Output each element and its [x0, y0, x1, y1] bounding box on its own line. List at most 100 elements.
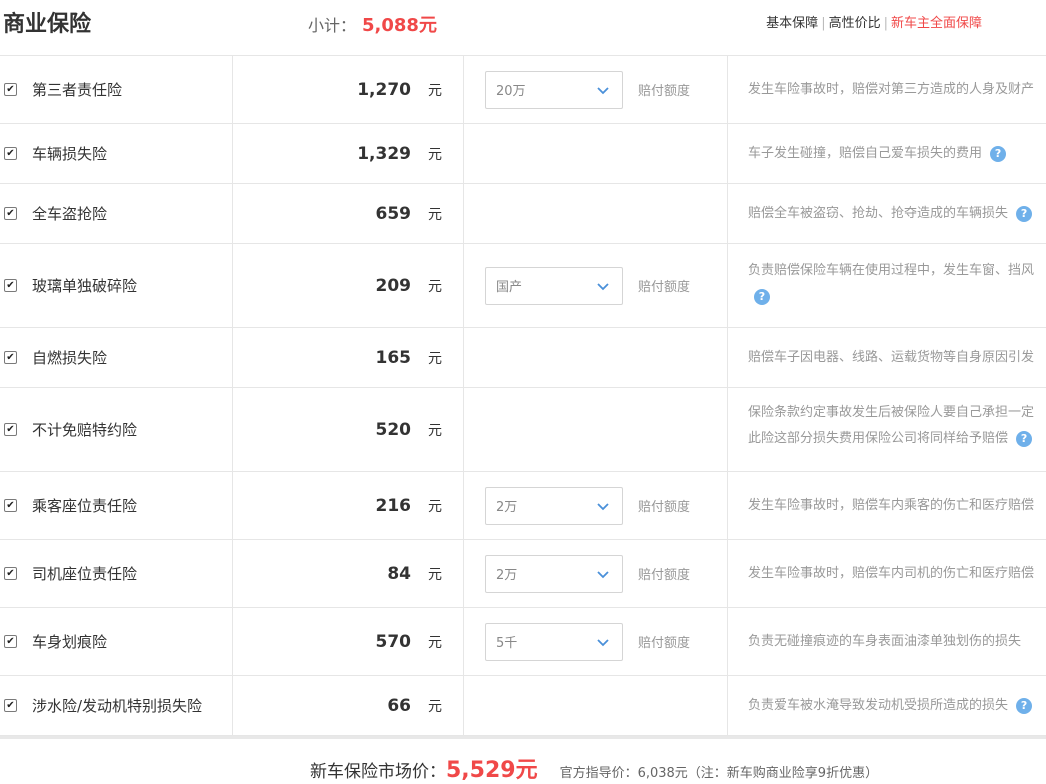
footer-divider	[0, 736, 1046, 739]
coverage-name: 司机座位责任险	[32, 565, 138, 583]
premium-unit: 元	[428, 566, 442, 583]
chevron-down-icon	[597, 638, 609, 646]
coverage-amount-label: 赔付额度	[638, 568, 691, 583]
insurance-row: ✔ 车辆损失险 1,329 元 车子发生碰撞，赔偿自己爱车损失的费用?	[0, 124, 1046, 184]
coverage-checkbox[interactable]: ✔	[4, 423, 17, 436]
coverage-name: 全车盗抢险	[32, 205, 108, 223]
coverage-amount-select[interactable]: 国产	[485, 266, 623, 305]
coverage-checkbox[interactable]: ✔	[4, 147, 17, 160]
premium-value: 520	[375, 419, 412, 440]
help-question-icon[interactable]: ?	[754, 288, 770, 305]
premium-cell: 209 元	[233, 244, 464, 327]
coverage-amount-value: 2万	[496, 500, 518, 515]
option-cell: 2万 赔付额度	[464, 472, 728, 539]
guide-price-note: 官方指导价：6,038元（注：新车购商业险享9折优惠）	[559, 766, 879, 781]
premium-unit: 元	[428, 278, 442, 295]
option-cell	[464, 328, 728, 387]
coverage-amount-value: 20万	[496, 84, 526, 99]
option-cell	[464, 124, 728, 183]
option-cell: 国产 赔付额度	[464, 244, 728, 327]
plan-basic-link[interactable]: 基本保障	[766, 16, 818, 31]
subtotal-label: 小计：	[308, 16, 357, 35]
premium-unit: 元	[428, 146, 442, 163]
coverage-name: 自燃损失险	[32, 349, 108, 367]
option-cell: 20万 赔付额度	[464, 56, 728, 123]
coverage-name: 涉水险/发动机特别损失险	[32, 697, 203, 715]
coverage-amount-label: 赔付额度	[638, 636, 691, 651]
coverage-checkbox[interactable]: ✔	[4, 351, 17, 364]
coverage-name-cell: ✔ 涉水险/发动机特别损失险	[0, 676, 233, 735]
insurance-row: ✔ 乘客座位责任险 216 元 2万 赔付额度 发生车险事故时，赔偿车内乘客的伤亡和医疗赔偿	[0, 472, 1046, 540]
premium-cell: 570 元	[233, 608, 464, 675]
coverage-name-cell: ✔ 不计免赔特约险	[0, 388, 233, 471]
coverage-amount-select[interactable]: 20万	[485, 70, 623, 109]
description-cell: 发生车险事故时，赔偿车内乘客的伤亡和医疗赔偿	[728, 472, 1046, 539]
premium-unit: 元	[428, 422, 442, 439]
premium-unit: 元	[428, 698, 442, 715]
coverage-checkbox[interactable]: ✔	[4, 83, 17, 96]
premium-cell: 520 元	[233, 388, 464, 471]
coverage-name: 第三者责任险	[32, 81, 123, 99]
insurance-row: ✔ 自燃损失险 165 元 赔偿车子因电器、线路、运载货物等自身原因引发	[0, 328, 1046, 388]
description-cell: 赔偿全车被盗窃、抢劫、抢夺造成的车辆损失?	[728, 184, 1046, 243]
premium-unit: 元	[428, 206, 442, 223]
premium-unit: 元	[428, 634, 442, 651]
insurance-row: ✔ 不计免赔特约险 520 元 保险条款约定事故发生后被保险人要自己承担一定 此险这部分损…	[0, 388, 1046, 472]
coverage-name-cell: ✔ 第三者责任险	[0, 56, 233, 123]
coverage-name-cell: ✔ 车辆损失险	[0, 124, 233, 183]
coverage-checkbox[interactable]: ✔	[4, 635, 17, 648]
help-question-icon[interactable]: ?	[1016, 697, 1033, 714]
coverage-checkbox[interactable]: ✔	[4, 499, 17, 512]
premium-unit: 元	[428, 82, 442, 99]
coverage-description: 发生车险事故时，赔偿车内司机的伤亡和医疗赔偿	[748, 566, 1035, 581]
coverage-checkbox[interactable]: ✔	[4, 207, 17, 220]
description-cell: 车子发生碰撞，赔偿自己爱车损失的费用?	[728, 124, 1046, 183]
coverage-name-cell: ✔ 全车盗抢险	[0, 184, 233, 243]
market-price-value: 5,529元	[446, 758, 538, 783]
coverage-name: 乘客座位责任险	[32, 497, 138, 515]
chevron-down-icon	[597, 570, 609, 578]
coverage-checkbox[interactable]: ✔	[4, 699, 17, 712]
description-cell: 负责无碰撞痕迹的车身表面油漆单独划伤的损失	[728, 608, 1046, 675]
coverage-name: 不计免赔特约险	[32, 421, 138, 439]
description-cell: 保险条款约定事故发生后被保险人要自己承担一定 此险这部分损失费用保险公司将同样给予…	[728, 388, 1046, 471]
coverage-description: 负责赔偿保险车辆在使用过程中，发生车窗、挡风	[748, 263, 1035, 278]
help-question-icon[interactable]: ?	[1016, 430, 1033, 447]
plan-links: 基本保障 | 高性价比 | 新车主全面保障	[766, 16, 982, 31]
coverage-description: 保险条款约定事故发生后被保险人要自己承担一定	[748, 405, 1035, 420]
market-price-label: 新车保险市场价：	[310, 762, 446, 782]
coverage-description-line2: 此险这部分损失费用保险公司将同样给予赔偿	[748, 431, 1009, 446]
premium-value: 165	[375, 347, 412, 368]
plan-full-link[interactable]: 新车主全面保障	[891, 16, 982, 31]
coverage-amount-value: 2万	[496, 568, 518, 583]
premium-cell: 216 元	[233, 472, 464, 539]
page-title: 商业保险	[3, 12, 92, 37]
insurance-row: ✔ 车身划痕险 570 元 5千 赔付额度 负责无碰撞痕迹的车身表面油漆单独划伤的损失	[0, 608, 1046, 676]
insurance-row: ✔ 全车盗抢险 659 元 赔偿全车被盗窃、抢劫、抢夺造成的车辆损失?	[0, 184, 1046, 244]
coverage-checkbox[interactable]: ✔	[4, 567, 17, 580]
help-question-icon[interactable]: ?	[1016, 205, 1033, 222]
coverage-amount-label: 赔付额度	[638, 84, 691, 99]
plan-value-link[interactable]: 高性价比	[829, 16, 881, 31]
coverage-amount-value: 5千	[496, 636, 518, 651]
premium-unit: 元	[428, 350, 442, 367]
coverage-amount-select[interactable]: 2万	[485, 554, 623, 593]
coverage-amount-select[interactable]: 5千	[485, 622, 623, 661]
option-cell	[464, 676, 728, 735]
premium-cell: 1,329 元	[233, 124, 464, 183]
coverage-description: 负责爱车被水淹导致发动机受损所造成的损失	[748, 698, 1009, 713]
coverage-name-cell: ✔ 自燃损失险	[0, 328, 233, 387]
premium-cell: 1,270 元	[233, 56, 464, 123]
premium-value: 84	[387, 563, 411, 584]
premium-cell: 84 元	[233, 540, 464, 607]
help-question-icon[interactable]: ?	[990, 145, 1007, 162]
insurance-row: ✔ 司机座位责任险 84 元 2万 赔付额度 发生车险事故时，赔偿车内司机的伤亡和医疗赔偿	[0, 540, 1046, 608]
option-cell	[464, 184, 728, 243]
premium-value: 570	[375, 631, 412, 652]
coverage-amount-select[interactable]: 2万	[485, 486, 623, 525]
coverage-checkbox[interactable]: ✔	[4, 279, 17, 292]
coverage-description: 负责无碰撞痕迹的车身表面油漆单独划伤的损失	[748, 634, 1022, 649]
premium-value: 659	[375, 203, 412, 224]
coverage-amount-label: 赔付额度	[638, 500, 691, 515]
description-cell: 发生车险事故时，赔偿车内司机的伤亡和医疗赔偿	[728, 540, 1046, 607]
